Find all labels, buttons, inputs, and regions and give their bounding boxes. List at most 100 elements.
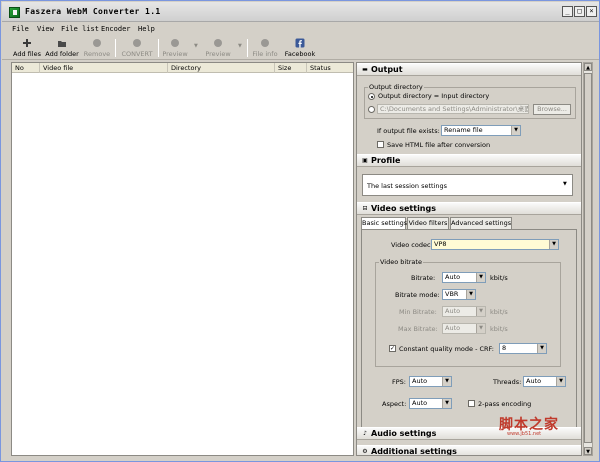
column-directory[interactable]: Directory (168, 63, 275, 73)
chevron-down-icon: ▼ (549, 240, 558, 249)
menu-file-list[interactable]: File list (61, 25, 99, 33)
aspect-select[interactable]: Auto ▼ (409, 398, 452, 409)
max-bitrate-label: Max Bitrate: (398, 325, 438, 333)
basic-settings-panel: Video codec: VP8 ▼ Video bitrate Bitrate… (361, 229, 577, 429)
chevron-down-icon: ▼ (466, 290, 475, 299)
preview-button[interactable]: Preview (160, 36, 190, 60)
settings-scrollbar[interactable]: ▲ ▼ (583, 62, 593, 456)
min-bitrate-select[interactable]: Auto ▼ (442, 306, 486, 317)
preview-output-dropdown-icon[interactable]: ▼ (238, 43, 242, 49)
chevron-down-icon: ▼ (563, 181, 567, 187)
info-icon (261, 39, 269, 47)
column-video-file[interactable]: Video file (40, 63, 168, 73)
bitrate-mode-label: Bitrate mode: (395, 291, 440, 299)
remove-icon (93, 39, 101, 47)
output-directory-field[interactable]: C:\Documents and Settings\Administrator\… (377, 104, 529, 114)
output-icon: ▬ (362, 66, 368, 73)
folder-icon (58, 41, 66, 47)
facebook-icon (295, 38, 305, 48)
bitrate-label: Bitrate: (411, 274, 436, 282)
bitrate-select[interactable]: Auto ▼ (442, 272, 486, 283)
output-directory-group: Output directory Output directory = Inpu… (364, 83, 576, 119)
max-bitrate-select[interactable]: Auto ▼ (442, 323, 486, 334)
scroll-up-icon[interactable]: ▲ (584, 63, 592, 71)
facebook-button[interactable]: Facebook (284, 36, 316, 60)
max-bitrate-unit: kbit/s (490, 325, 508, 333)
crf-label: Constant quality mode - CRF: (399, 345, 494, 353)
browse-button[interactable]: Browse... (533, 104, 571, 115)
video-codec-select[interactable]: VP8 ▼ (431, 239, 559, 250)
toolbar-separator (158, 39, 159, 57)
chevron-down-icon: ▼ (556, 377, 565, 386)
add-folder-button[interactable]: Add folder (45, 36, 79, 60)
two-pass-label: 2-pass encoding (478, 400, 532, 408)
crf-select[interactable]: 8 ▼ (499, 343, 547, 354)
preview-output-button[interactable]: Preview (202, 36, 234, 60)
chevron-down-icon: ▼ (442, 399, 451, 408)
app-logo-icon (9, 7, 20, 18)
profile-select[interactable]: The last session settings ▼ (362, 174, 573, 196)
chevron-down-icon: ▼ (511, 126, 520, 135)
min-bitrate-label: Min Bitrate: (399, 308, 437, 316)
chevron-down-icon: ▼ (476, 324, 485, 333)
close-button[interactable]: × (586, 6, 597, 17)
preview-icon (214, 39, 222, 47)
file-info-button[interactable]: File info (251, 36, 279, 60)
window-title: Faszera WebM Converter 1.1 (25, 7, 161, 16)
menu-help[interactable]: Help (138, 25, 155, 33)
tab-advanced-settings[interactable]: Advanced settings (450, 217, 512, 229)
column-no[interactable]: No (12, 63, 40, 73)
title-bar[interactable]: Faszera WebM Converter 1.1 _ □ × (2, 2, 599, 22)
settings-icon: ⚙ (362, 448, 368, 455)
chevron-down-icon: ▼ (442, 377, 451, 386)
threads-select[interactable]: Auto ▼ (523, 376, 566, 387)
tab-video-filters[interactable]: Video filters (407, 217, 449, 229)
video-codec-label: Video codec: (391, 241, 433, 249)
save-html-label: Save HTML file after conversion (387, 141, 491, 149)
output-custom-radio[interactable] (368, 106, 375, 113)
profile-section-header[interactable]: ▣ Profile (357, 154, 581, 167)
save-html-checkbox[interactable] (377, 141, 384, 148)
maximize-button[interactable]: □ (574, 6, 585, 17)
music-note-icon: ♪ (363, 430, 367, 437)
column-status[interactable]: Status (307, 63, 353, 73)
video-icon: ⊟ (362, 205, 368, 212)
scrollbar-thumb[interactable] (584, 73, 592, 443)
menu-bar: File View File list Encoder Help (2, 23, 599, 35)
menu-file[interactable]: File (12, 25, 29, 33)
bitrate-unit: kbit/s (490, 274, 508, 282)
preview-dropdown-icon[interactable]: ▼ (194, 43, 198, 49)
preview-icon (171, 39, 179, 47)
chevron-down-icon: ▼ (537, 344, 546, 353)
toolbar: Add files Add folder Remove CONVERT Prev… (2, 36, 599, 60)
two-pass-checkbox[interactable] (468, 400, 475, 407)
menu-view[interactable]: View (37, 25, 54, 33)
toolbar-separator (247, 39, 248, 57)
if-exists-select[interactable]: Rename file ▼ (441, 125, 521, 136)
scroll-down-icon[interactable]: ▼ (584, 447, 592, 455)
add-files-button[interactable]: Add files (12, 36, 42, 60)
output-section-header[interactable]: ▬ Output (357, 63, 581, 76)
watermark-url: www.jb51.net (507, 431, 542, 437)
convert-button[interactable]: CONVERT (118, 36, 156, 60)
aspect-label: Aspect: (382, 400, 407, 408)
output-same-radio[interactable] (368, 93, 375, 100)
app-window: Faszera WebM Converter 1.1 _ □ × File Vi… (0, 0, 600, 462)
additional-section-header[interactable]: ⚙ Additional settings (357, 445, 581, 455)
crf-checkbox[interactable]: ✓ (389, 345, 396, 352)
bitrate-mode-select[interactable]: VBR ▼ (442, 289, 476, 300)
menu-encoder[interactable]: Encoder (101, 25, 131, 33)
convert-icon (133, 39, 141, 47)
file-list-table[interactable]: No Video file Directory Size Status (11, 62, 354, 456)
min-bitrate-unit: kbit/s (490, 308, 508, 316)
column-size[interactable]: Size (275, 63, 307, 73)
file-list-header: No Video file Directory Size Status (12, 63, 353, 73)
chevron-down-icon: ▼ (476, 307, 485, 316)
video-section-header[interactable]: ⊟ Video settings (357, 202, 581, 215)
remove-button[interactable]: Remove (82, 36, 112, 60)
output-same-label: Output directory = Input directory (378, 92, 490, 100)
fps-select[interactable]: Auto ▼ (409, 376, 452, 387)
minimize-button[interactable]: _ (562, 6, 573, 17)
settings-panel: ▬ Output Output directory Output directo… (356, 62, 582, 456)
fps-label: FPS: (392, 378, 406, 386)
